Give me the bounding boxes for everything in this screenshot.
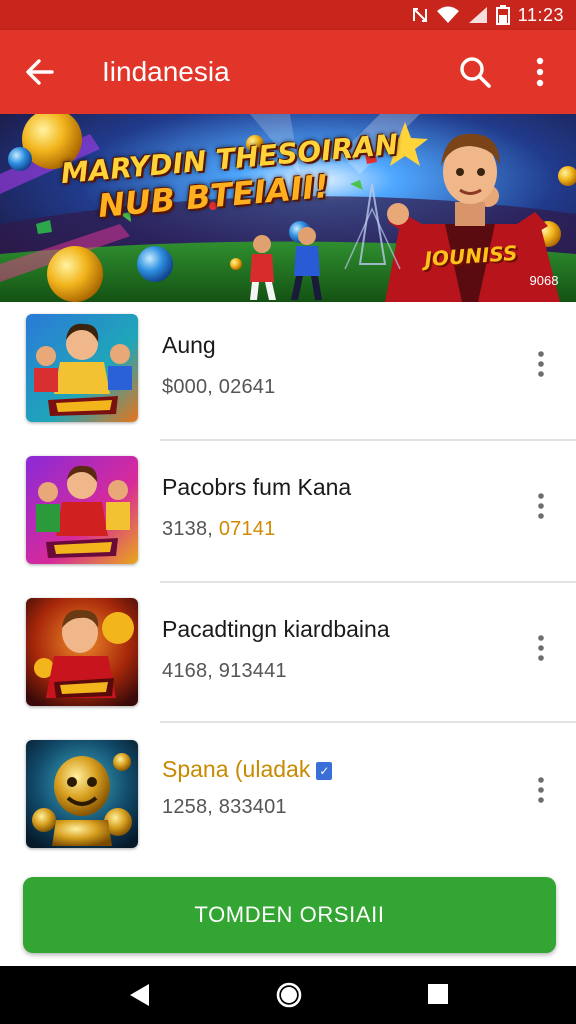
list-item[interactable]: Aung $000, 02641 <box>0 302 576 442</box>
page-title: Iindanesia <box>102 56 230 87</box>
item-thumbnail <box>26 598 138 706</box>
more-vertical-icon <box>538 493 544 519</box>
item-subtitle-text: $000, 02641 <box>162 376 276 398</box>
item-thumbnail <box>26 456 138 564</box>
item-subtitle-text: 1258, 833401 <box>162 796 287 818</box>
square-recents-icon[interactable] <box>427 983 449 1005</box>
banner-logo: JOUNISS <box>423 240 519 272</box>
more-options-button[interactable] <box>518 50 562 94</box>
item-more-button[interactable] <box>524 342 558 386</box>
item-name-text: Spana (uladak <box>162 756 311 782</box>
item-subtitle-highlight: 07141 <box>218 518 276 540</box>
verified-badge-icon: ✓ <box>316 762 333 780</box>
back-button[interactable] <box>18 50 62 94</box>
item-name: Spana (uladak ✓ <box>162 756 333 783</box>
app-bar: Iindanesia <box>0 30 576 114</box>
item-thumbnail <box>26 314 138 422</box>
search-icon <box>460 57 491 88</box>
item-subtitle-text: 4168, 913441 <box>162 660 287 682</box>
list-item[interactable]: Pacadtingn kiardbaina 4168, 913441 <box>0 586 576 726</box>
battery-icon <box>495 5 510 25</box>
list-item[interactable]: Pacobrs fum Kana 3138, 07141 <box>0 444 576 584</box>
item-thumbnail <box>26 740 138 848</box>
list-divider <box>160 581 576 583</box>
banner-badge: 9068 <box>529 273 559 288</box>
item-more-button[interactable] <box>524 626 558 670</box>
item-more-button[interactable] <box>524 768 558 812</box>
wifi-icon <box>436 6 459 23</box>
more-vertical-icon <box>538 351 544 377</box>
nfc-icon <box>412 8 427 22</box>
triangle-back-icon[interactable] <box>124 980 154 1010</box>
status-bar: 11:23 <box>0 0 576 30</box>
item-name: Pacobrs fum Kana <box>162 474 352 500</box>
item-subtitle: 3138, 07141 <box>162 518 275 541</box>
primary-action-button[interactable]: TOMDEN ORSIAII <box>23 877 556 953</box>
item-subtitle: 1258, 833401 <box>162 796 287 819</box>
search-button[interactable] <box>452 50 498 94</box>
item-name: Pacadtingn kiardbaina <box>162 616 390 642</box>
promo-banner[interactable]: MARYDIN THESOIRAN NUB BTEIAII! JOUNISS 9… <box>0 114 576 302</box>
status-time: 11:23 <box>517 4 564 25</box>
more-vertical-icon <box>536 57 544 87</box>
list-divider <box>160 439 576 441</box>
item-subtitle: $000, 02641 <box>162 376 275 399</box>
system-nav-bar <box>0 966 576 1024</box>
item-more-button[interactable] <box>524 484 558 528</box>
list-item[interactable]: Spana (uladak ✓ 1258, 833401 <box>0 726 576 866</box>
item-subtitle-text: 3138, <box>162 518 219 540</box>
status-icons: 11:23 <box>412 4 564 26</box>
signal-icon <box>468 7 487 23</box>
more-vertical-icon <box>538 777 544 803</box>
list-divider <box>160 721 576 723</box>
more-vertical-icon <box>538 635 544 661</box>
item-subtitle: 4168, 913441 <box>162 660 287 683</box>
circle-home-icon[interactable] <box>275 981 303 1009</box>
item-name: Aung <box>162 332 216 358</box>
arrow-left-icon <box>26 59 54 85</box>
